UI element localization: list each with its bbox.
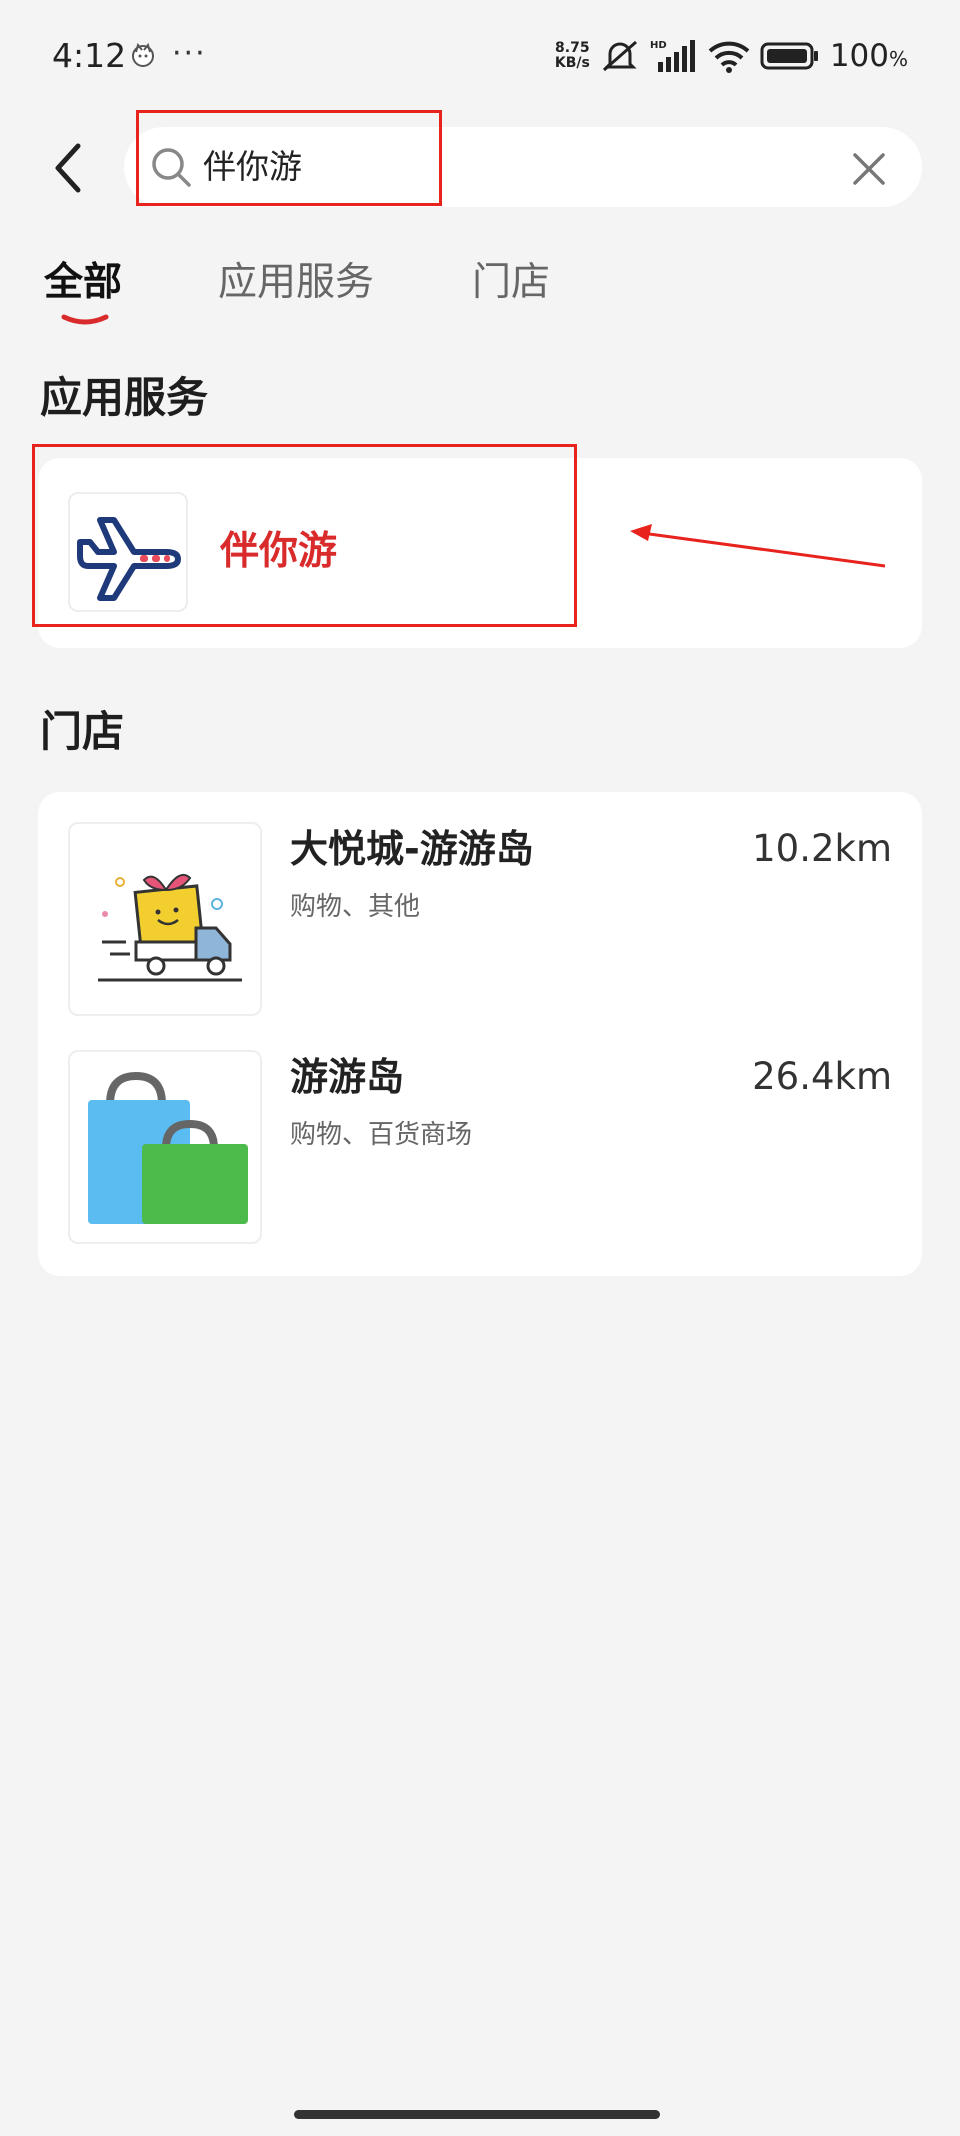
tab-all[interactable]: 全部	[44, 256, 122, 310]
back-button[interactable]	[44, 138, 92, 198]
store-category: 购物、其他	[290, 892, 421, 922]
shopping-bags-icon	[88, 1071, 248, 1224]
active-tab-indicator	[61, 314, 109, 325]
network-speed-unit: KB/s	[554, 55, 590, 71]
annotation-arrow	[630, 524, 886, 568]
status-indicators: 8.75 KB/s HD 100%	[555, 34, 908, 78]
store-distance: 26.4km	[752, 1055, 892, 1098]
store-name[interactable]: 大悦城-游游岛	[290, 822, 534, 876]
store-thumbnail	[68, 822, 262, 1016]
status-time: 4:12	[52, 36, 127, 75]
tab-stores[interactable]: 门店	[472, 256, 550, 310]
tab-app-services[interactable]: 应用服务	[218, 256, 374, 310]
svg-text:HD: HD	[650, 40, 667, 51]
clear-search-icon[interactable]	[852, 152, 886, 186]
network-speed-value: 8.75	[555, 40, 590, 56]
store-thumbnail	[68, 1050, 262, 1244]
section-title-app-services: 应用服务	[40, 373, 209, 422]
gift-truck-icon	[98, 874, 242, 982]
network-speed: 8.75 KB/s	[555, 41, 590, 71]
store-category: 购物、百货商场	[290, 1120, 473, 1150]
home-indicator[interactable]	[294, 2110, 660, 2119]
annotation-box-app-result	[32, 444, 577, 627]
annotation-box-search	[136, 110, 442, 206]
wifi-icon	[708, 41, 750, 73]
store-name[interactable]: 游游岛	[290, 1050, 404, 1104]
battery-icon	[760, 42, 818, 70]
notification-app-icon	[132, 42, 154, 67]
store-distance: 10.2km	[752, 827, 892, 870]
section-title-stores: 门店	[40, 707, 125, 756]
battery-percentage: 100%	[829, 38, 908, 74]
more-notifications-icon: ···	[172, 36, 207, 71]
silent-mode-icon	[602, 40, 637, 72]
signal-strength-icon: HD	[650, 40, 695, 72]
